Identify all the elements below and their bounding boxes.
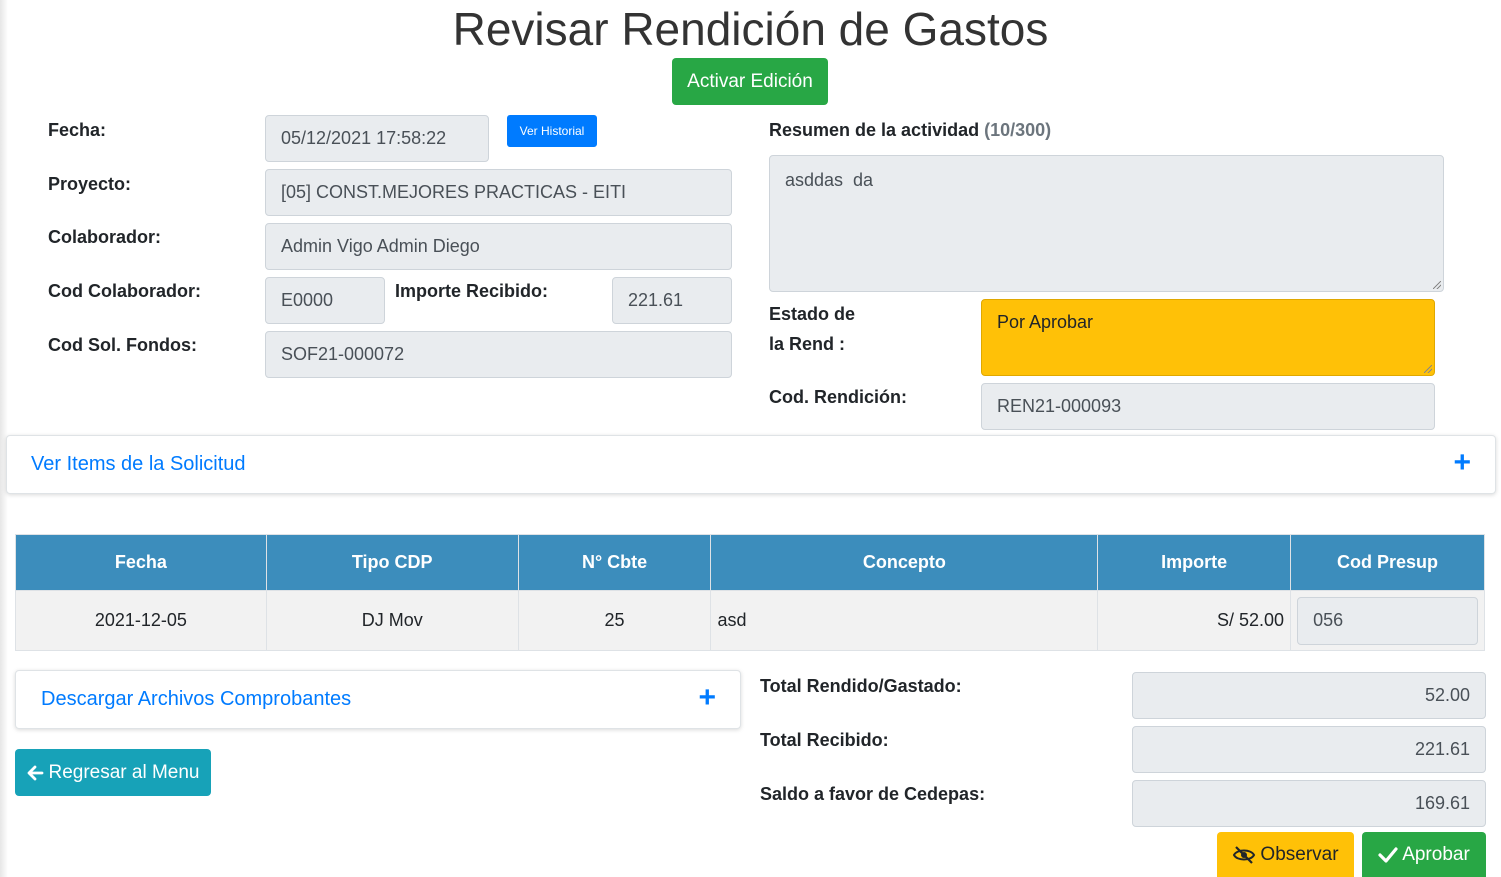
cod-colaborador-label: Cod Colaborador: <box>48 281 201 301</box>
resumen-text: asddas da <box>785 170 874 190</box>
resumen-label-text: Resumen de la actividad <box>769 120 980 140</box>
proyecto-field: [05] CONST.MEJORES PRACTICAS - EITI <box>265 169 732 216</box>
total-recibido-label: Total Recibido: <box>760 730 889 750</box>
cod-rendicion-field: REN21-000093 <box>981 383 1435 430</box>
total-recibido-field: 221.61 <box>1132 726 1486 773</box>
table-header-row: Fecha Tipo CDP N° Cbte Concepto Importe … <box>15 534 1485 591</box>
cell-concepto: asd <box>710 590 1099 651</box>
cod-sol-fondos-field: SOF21-000072 <box>265 331 732 378</box>
estado-text: Por Aprobar <box>997 312 1094 332</box>
ver-historial-button[interactable]: Ver Historial <box>507 115 597 147</box>
back-to-menu-label: Regresar al Menu <box>48 761 200 783</box>
col-cod-presup-header: Cod Presup <box>1290 534 1485 591</box>
download-card-link[interactable]: Descargar Archivos Comprobantes <box>41 688 351 711</box>
cell-cbte: 25 <box>517 590 712 651</box>
importe-recibido-field: 221.61 <box>612 277 732 324</box>
estado-label-line2: la Rend : <box>769 334 846 354</box>
items-table: Fecha Tipo CDP N° Cbte Concepto Importe … <box>15 534 1485 651</box>
page-title: Revisar Rendición de Gastos <box>452 3 1049 55</box>
fecha-label: Fecha: <box>48 120 107 140</box>
cod-rendicion-label: Cod. Rendición: <box>769 387 907 407</box>
back-to-menu-button[interactable]: Regresar al Menu <box>15 749 211 796</box>
resize-handle-icon[interactable] <box>1433 281 1441 289</box>
table-row: 2021-12-05 DJ Mov 25 asd S/ 52.00 056 <box>15 590 1485 651</box>
cod-presup-field: 056 <box>1297 596 1478 645</box>
observar-button[interactable]: Observar <box>1217 832 1354 877</box>
colaborador-field: Admin Vigo Admin Diego <box>265 223 732 270</box>
resumen-char-count: (10/300) <box>984 120 1052 140</box>
total-rendido-field: 52.00 <box>1132 672 1486 719</box>
col-importe-header: Importe <box>1097 534 1292 591</box>
col-fecha-header: Fecha <box>15 534 267 591</box>
resize-handle-icon[interactable] <box>1424 365 1432 373</box>
cell-importe: S/ 52.00 <box>1097 590 1292 651</box>
estado-label-line1: Estado de <box>769 304 856 324</box>
check-icon <box>1378 846 1398 863</box>
resumen-textarea[interactable]: asddas da <box>769 155 1444 292</box>
eye-slash-icon <box>1233 845 1256 864</box>
items-card-link[interactable]: Ver Items de la Solicitud <box>31 453 246 476</box>
aprobar-button[interactable]: Aprobar <box>1362 832 1486 877</box>
resumen-label: Resumen de la actividad (10/300) <box>769 120 1051 141</box>
fecha-field: 05/12/2021 17:58:22 <box>265 115 489 162</box>
download-card[interactable]: Descargar Archivos Comprobantes + <box>15 670 741 729</box>
col-cbte-header: N° Cbte <box>517 534 712 591</box>
arrow-left-icon <box>28 765 44 780</box>
aprobar-label: Aprobar <box>1402 843 1470 865</box>
saldo-label: Saldo a favor de Cedepas: <box>760 784 986 804</box>
proyecto-label: Proyecto: <box>48 174 132 194</box>
cell-tipo: DJ Mov <box>265 590 519 651</box>
cod-sol-fondos-label: Cod Sol. Fondos: <box>48 335 197 355</box>
items-card[interactable]: Ver Items de la Solicitud + <box>6 435 1496 494</box>
cell-fecha: 2021-12-05 <box>15 590 267 651</box>
total-rendido-label: Total Rendido/Gastado: <box>760 676 962 696</box>
observar-label: Observar <box>1260 843 1339 865</box>
activate-edit-button[interactable]: Activar Edición <box>672 58 828 105</box>
cod-colaborador-field: E0000 <box>265 277 385 324</box>
importe-recibido-label: Importe Recibido: <box>395 281 549 301</box>
saldo-field: 169.61 <box>1132 780 1486 827</box>
col-concepto-header: Concepto <box>710 534 1099 591</box>
col-tipo-header: Tipo CDP <box>265 534 519 591</box>
colaborador-label: Colaborador: <box>48 227 162 247</box>
plus-icon[interactable]: + <box>698 683 716 713</box>
cell-cod-presup: 056 <box>1290 590 1485 651</box>
estado-textarea[interactable]: Por Aprobar <box>981 299 1435 376</box>
plus-icon[interactable]: + <box>1453 448 1471 478</box>
